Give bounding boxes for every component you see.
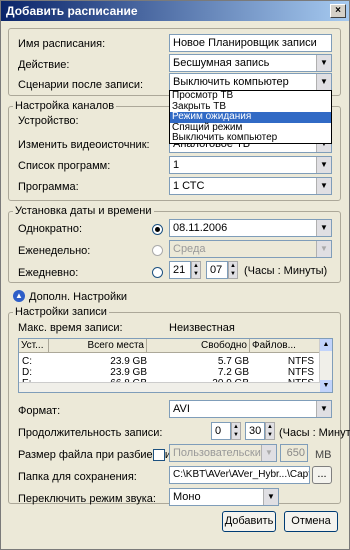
cell-total: 23.9 GB [110, 356, 147, 367]
chevron-down-icon[interactable]: ▼ [263, 489, 278, 505]
program-list-select[interactable]: 1 ▼ [169, 156, 332, 174]
duration-hours-spinner[interactable]: ▲ ▼ [231, 422, 241, 440]
schedule-name-label: Имя расписания: [18, 38, 106, 50]
cell-filesystem: NTFS [287, 367, 314, 378]
table-row[interactable]: D: 23.9 GB 7.2 GB NTFS [19, 367, 320, 378]
window-title: Добавить расписание [6, 4, 138, 18]
duration-format-hint: (Часы : Минуты) [279, 427, 350, 439]
datetime-legend: Установка даты и времени [15, 205, 152, 217]
after-record-select[interactable]: Выключить компьютер ▼ [169, 73, 332, 91]
max-record-time-label: Макс. время записи: [18, 322, 123, 334]
advanced-settings-toggle[interactable]: Дополн. Настройки [29, 291, 127, 303]
video-source-label: Изменить видеоисточник: [18, 139, 150, 151]
max-record-time-value: Неизвестная [169, 322, 235, 334]
table-row[interactable]: C: 23.9 GB 5.7 GB NTFS [19, 356, 320, 367]
chevron-down-icon[interactable]: ▼ [316, 74, 331, 90]
device-label: Устройство: [18, 115, 79, 127]
hour-spinner[interactable]: ▲ ▼ [191, 261, 201, 279]
scroll-down-icon[interactable]: ▼ [320, 380, 332, 392]
split-size-checkbox[interactable] [153, 449, 165, 461]
duration-hours-input[interactable]: 0 [211, 422, 231, 440]
vertical-scrollbar[interactable]: ▲ ▼ [319, 339, 332, 392]
column-header-free[interactable]: Свободно [147, 339, 250, 353]
duration-minutes-input[interactable]: 30 [245, 422, 265, 440]
once-radio[interactable] [152, 224, 163, 235]
action-select-value: Бесшумная запись [173, 57, 270, 69]
daily-radio[interactable] [152, 267, 163, 278]
split-size-label: Размер файла при разбиении: [18, 449, 175, 461]
chevron-down-icon[interactable]: ▼ [261, 445, 276, 461]
cell-free: 7.2 GB [217, 367, 249, 378]
title-bar: Добавить расписание × [1, 1, 349, 21]
add-schedule-dialog: Добавить расписание × Имя расписания: Но… [0, 0, 350, 550]
daily-minute-input[interactable]: 07 [206, 261, 228, 279]
record-settings-legend: Настройки записи [15, 306, 107, 318]
split-size-input[interactable]: 650 [280, 444, 308, 462]
cell-free: 5.7 GB [217, 356, 249, 367]
split-mode-value: Пользовательский [173, 447, 267, 459]
split-mode-select[interactable]: Пользовательский ▼ [169, 444, 277, 462]
weekly-label: Еженедельно: [18, 245, 91, 257]
duration-label: Продолжительность записи: [18, 427, 163, 439]
drive-list-header: Уст... Всего места Свободно Файлов... [19, 339, 320, 353]
drive-list[interactable]: Уст... Всего места Свободно Файлов... C:… [18, 338, 333, 393]
duration-minutes-spinner[interactable]: ▲ ▼ [265, 422, 275, 440]
weekly-radio[interactable] [152, 245, 163, 256]
split-size-unit: MB [315, 449, 332, 461]
collapse-up-icon[interactable]: ▲ [13, 290, 25, 302]
format-select[interactable]: AVI ▼ [169, 400, 332, 418]
chevron-down-icon[interactable]: ▼ [316, 401, 331, 417]
weekly-day-select[interactable]: Среда ▼ [169, 240, 332, 258]
minute-spinner[interactable]: ▲ ▼ [228, 261, 238, 279]
add-button[interactable]: Добавить [222, 511, 276, 532]
cancel-button[interactable]: Отмена [284, 511, 338, 532]
audio-mode-label: Переключить режим звука: [18, 493, 156, 505]
scroll-up-icon[interactable]: ▲ [320, 339, 332, 351]
column-header-total[interactable]: Всего места [49, 339, 147, 353]
once-date-value: 08.11.2006 [173, 222, 228, 234]
action-select[interactable]: Бесшумная запись ▼ [169, 54, 332, 72]
browse-button[interactable]: ... [312, 466, 332, 484]
chevron-down-icon[interactable]: ▼ [316, 241, 331, 257]
save-folder-input[interactable]: C:\KBT\AVer\AVer_Hybr...\Capture [169, 466, 310, 484]
cell-filesystem: NTFS [287, 356, 314, 367]
program-value: 1 СТС [173, 180, 205, 192]
program-list-value: 1 [173, 159, 180, 171]
cell-total: 23.9 GB [110, 367, 147, 378]
program-label: Программа: [18, 181, 79, 193]
after-record-select-value: Выключить компьютер [173, 76, 289, 88]
format-label: Формат: [18, 405, 61, 417]
dropdown-option[interactable]: Просмотр ТВ [170, 90, 331, 102]
schedule-name-input[interactable]: Новое Планировщик записи [169, 34, 332, 52]
chevron-down-icon[interactable]: ▼ [316, 178, 331, 194]
chevron-down-icon[interactable]: ▼ [316, 220, 331, 236]
save-folder-label: Папка для сохранения: [18, 471, 137, 483]
time-format-hint: (Часы : Минуты) [244, 265, 328, 277]
after-record-label: Сценарии после записи: [18, 79, 144, 91]
chevron-down-icon[interactable]: ▼ [316, 55, 331, 71]
once-date-picker[interactable]: 08.11.2006 ▼ [169, 219, 332, 237]
horizontal-scrollbar[interactable] [19, 382, 320, 392]
daily-label: Ежедневно: [18, 267, 79, 279]
chevron-down-icon[interactable]: ▼ [316, 157, 331, 173]
after-record-dropdown-list: Просмотр ТВ Закрыть ТВ Режим ожидания Сп… [169, 90, 332, 144]
cell-device: C: [22, 356, 32, 367]
once-label: Однократно: [18, 223, 83, 235]
program-list-label: Список программ: [18, 160, 111, 172]
column-header-filesystem[interactable]: Файлов... [250, 339, 320, 353]
dropdown-option[interactable]: Выключить компьютер [170, 132, 331, 144]
action-label: Действие: [18, 59, 70, 71]
close-icon[interactable]: × [330, 4, 346, 18]
program-select[interactable]: 1 СТС ▼ [169, 177, 332, 195]
audio-mode-select[interactable]: Моно ▼ [169, 488, 279, 506]
weekly-day-value: Среда [173, 243, 206, 255]
audio-mode-value: Моно [173, 491, 201, 503]
format-value: AVI [173, 403, 190, 415]
daily-hour-input[interactable]: 21 [169, 261, 191, 279]
cell-device: D: [22, 367, 32, 378]
dropdown-option-selected[interactable]: Режим ожидания [170, 111, 331, 123]
channels-legend: Настройка каналов [15, 100, 115, 112]
column-header-device[interactable]: Уст... [19, 339, 49, 353]
